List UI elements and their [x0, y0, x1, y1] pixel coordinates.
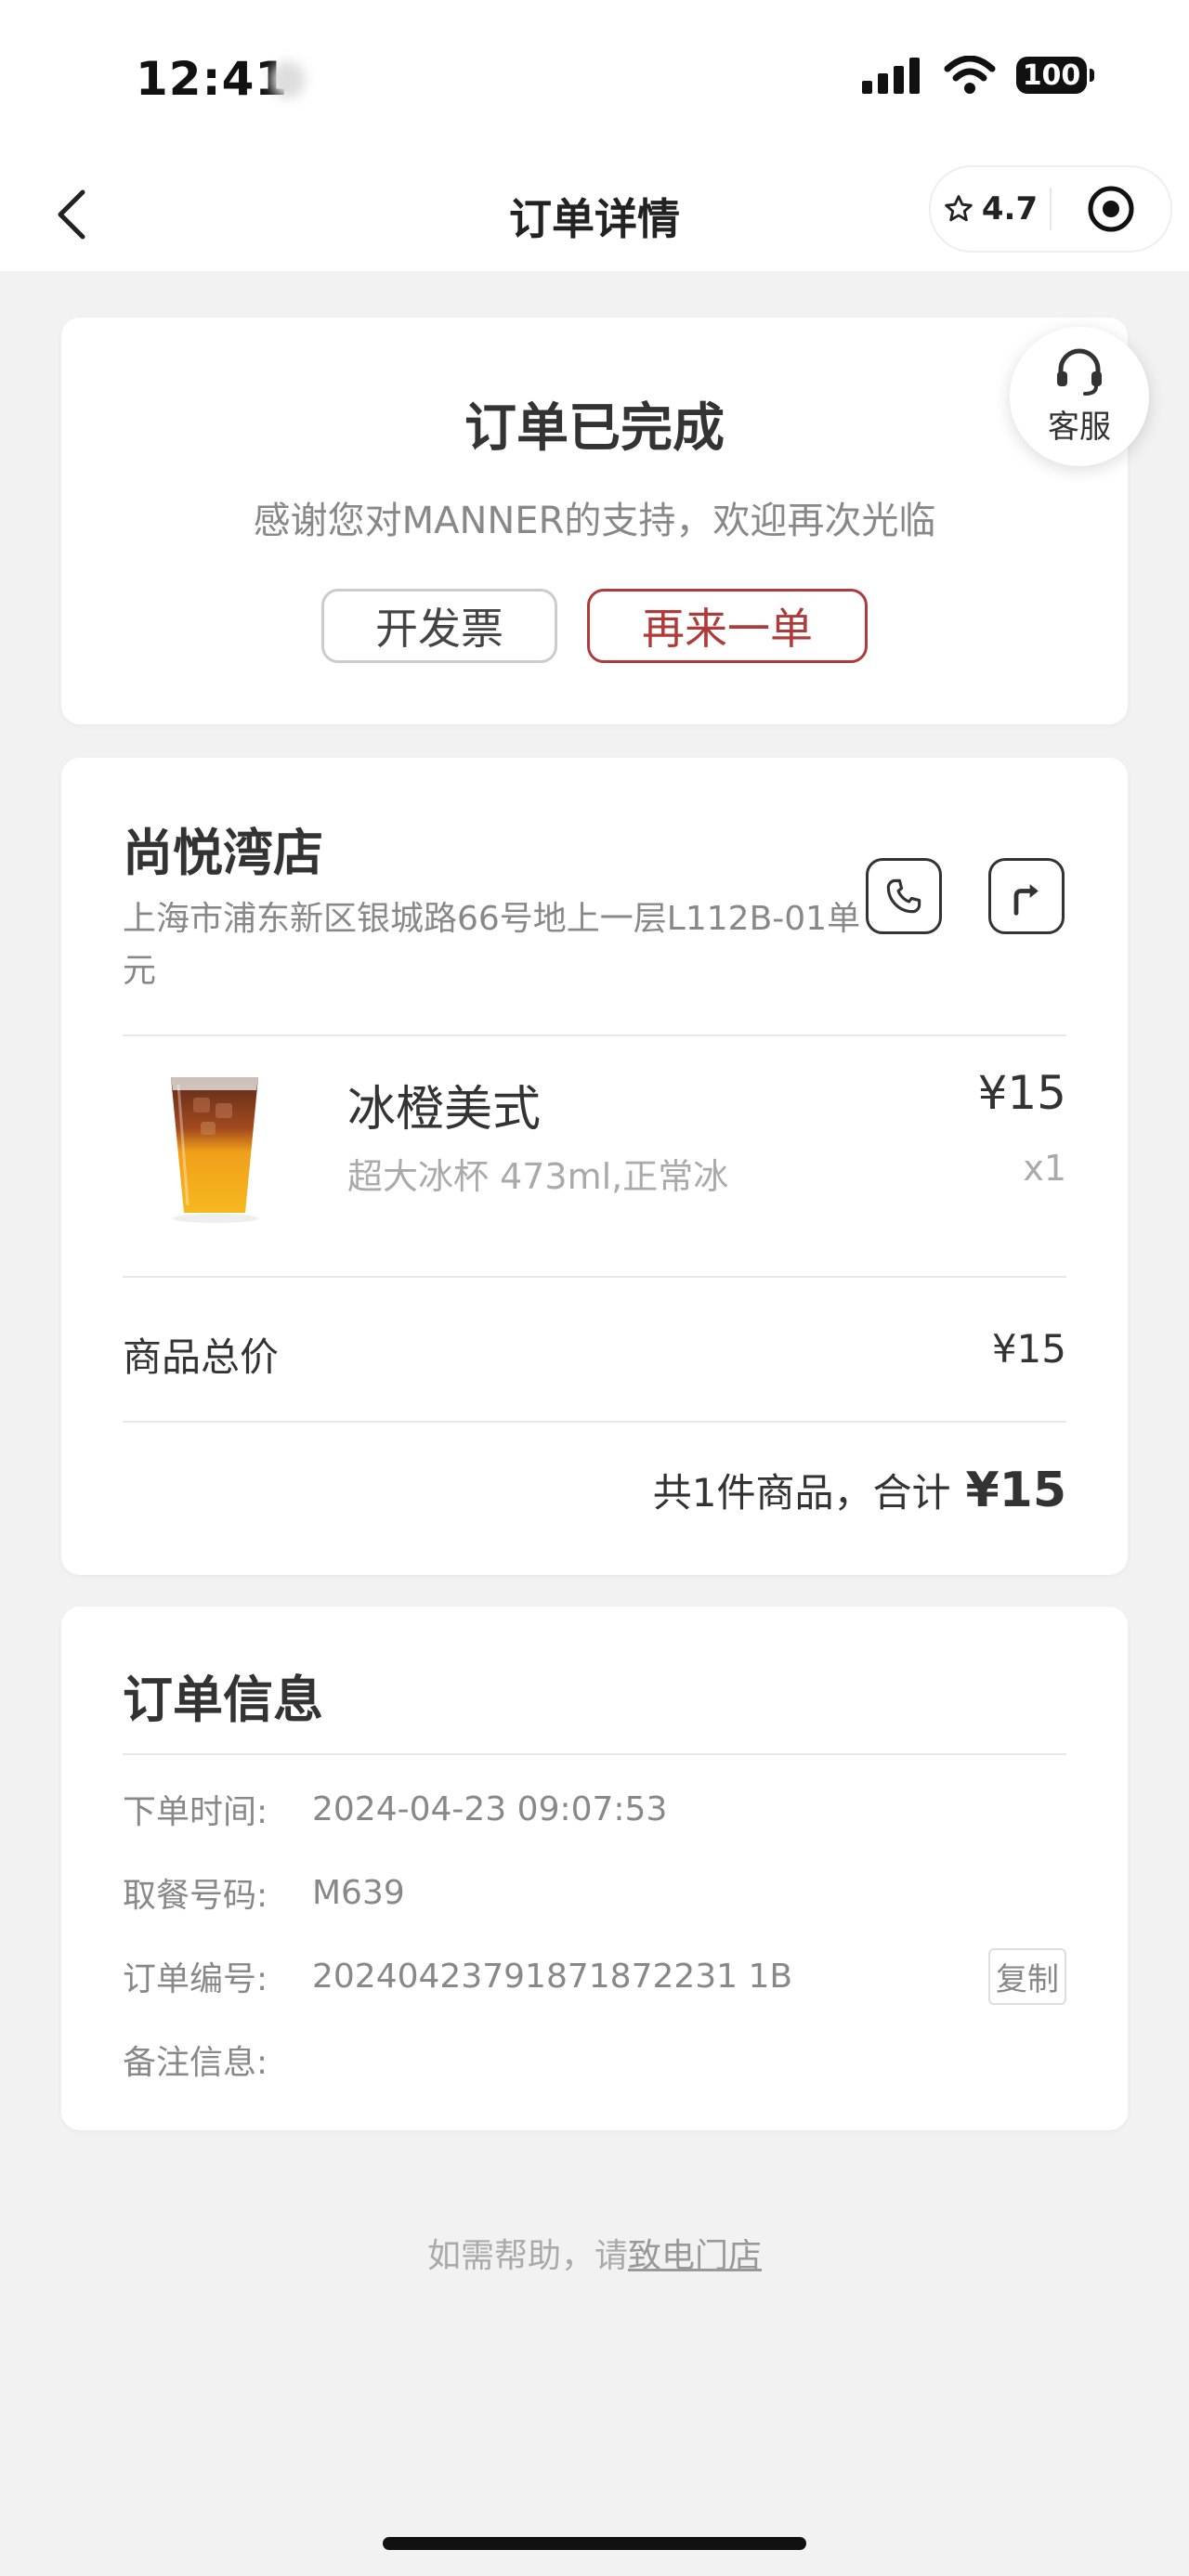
divider — [123, 1034, 1066, 1036]
subtotal-value: ¥15 — [991, 1326, 1066, 1372]
product-image — [171, 1077, 258, 1223]
info-label: 取餐号码: — [123, 1877, 268, 1915]
target-icon — [1088, 186, 1134, 232]
subtotal-label: 商品总价 — [123, 1334, 280, 1380]
customer-service-label: 客服 — [1048, 408, 1111, 446]
help-text: 如需帮助，请致电门店 — [0, 2229, 1189, 2277]
rating-button[interactable]: 4.7 — [931, 190, 1050, 228]
star-icon — [945, 195, 973, 222]
status-indicator-blur — [271, 61, 305, 98]
info-label: 备注信息: — [123, 2044, 268, 2082]
call-store-button[interactable] — [866, 858, 942, 934]
directions-icon — [1013, 884, 1039, 916]
status-time: 12:41 — [136, 52, 289, 106]
home-indicator — [383, 2537, 806, 2550]
customer-service-button[interactable]: 客服 — [1010, 327, 1149, 466]
rating-value: 4.7 — [981, 190, 1039, 228]
divider — [123, 1421, 1066, 1423]
info-value: M639 — [312, 1873, 405, 1912]
order-info-title: 订单信息 — [123, 1671, 323, 1729]
order-info-card: 订单信息 下单时间: 2024-04-23 09:07:53 取餐号码: M63… — [61, 1607, 1128, 2130]
info-row-order-time: 下单时间: 2024-04-23 09:07:53 — [123, 1781, 1066, 1837]
total-text: 共1件商品，合计 — [652, 1470, 951, 1516]
total-row: 共1件商品，合计 ¥15 — [653, 1462, 1066, 1518]
headset-icon — [1057, 348, 1102, 396]
order-number-value: 20240423791871872231 1B — [312, 1957, 793, 1996]
help-prefix: 如需帮助，请 — [426, 2237, 628, 2275]
info-label: 下单时间: — [123, 1793, 268, 1831]
info-row-order-number: 订单编号: 20240423791871872231 1B 复制 — [123, 1947, 1066, 2005]
divider — [123, 1276, 1066, 1278]
product-price: ¥15 — [977, 1066, 1066, 1120]
order-status-subtitle: 感谢您对MANNER的支持，欢迎再次光临 — [253, 500, 936, 542]
total-value: ¥15 — [965, 1463, 1066, 1518]
info-label: 订单编号: — [123, 1960, 268, 1998]
product-name: 冰橙美式 — [347, 1082, 542, 1138]
wifi-icon — [944, 56, 996, 94]
reorder-button[interactable]: 再来一单 — [587, 589, 868, 663]
order-status-card: 订单已完成 感谢您对MANNER的支持，欢迎再次光临 开发票 再来一单 — [61, 318, 1128, 724]
mini-program-capsule: 4.7 — [929, 165, 1172, 253]
order-status-title: 订单已完成 — [464, 398, 725, 459]
navigate-button[interactable] — [988, 858, 1065, 934]
signal-icon — [862, 58, 920, 94]
divider — [123, 1753, 1066, 1755]
battery-icon: 100 — [1016, 57, 1094, 94]
copy-button[interactable]: 复制 — [988, 1947, 1066, 2005]
nav-bar: 订单详情 4.7 — [0, 158, 1189, 271]
status-bar: 12:41 100 — [0, 0, 1189, 158]
info-value: 2024-04-23 09:07:53 — [312, 1789, 668, 1828]
store-address: 上海市浦东新区银城路66号地上一层L112B-01单元 — [123, 900, 861, 990]
phone-icon — [886, 878, 921, 914]
call-store-link[interactable]: 致电门店 — [628, 2237, 762, 2275]
store-order-card: 尚悦湾店 上海市浦东新区银城路66号地上一层L112B-01单元 冰橙美式 超大… — [61, 758, 1128, 1575]
info-row-remark: 备注信息: — [123, 2032, 1066, 2088]
close-miniprogram-button[interactable] — [1052, 184, 1170, 234]
product-quantity: x1 — [1023, 1148, 1066, 1189]
store-name: 尚悦湾店 — [123, 824, 323, 882]
status-icons: 100 — [862, 56, 1094, 95]
info-row-pickup-code: 取餐号码: M639 — [123, 1865, 1066, 1920]
invoice-button[interactable]: 开发票 — [321, 589, 557, 663]
product-spec: 超大冰杯 473ml,正常冰 — [347, 1156, 729, 1197]
